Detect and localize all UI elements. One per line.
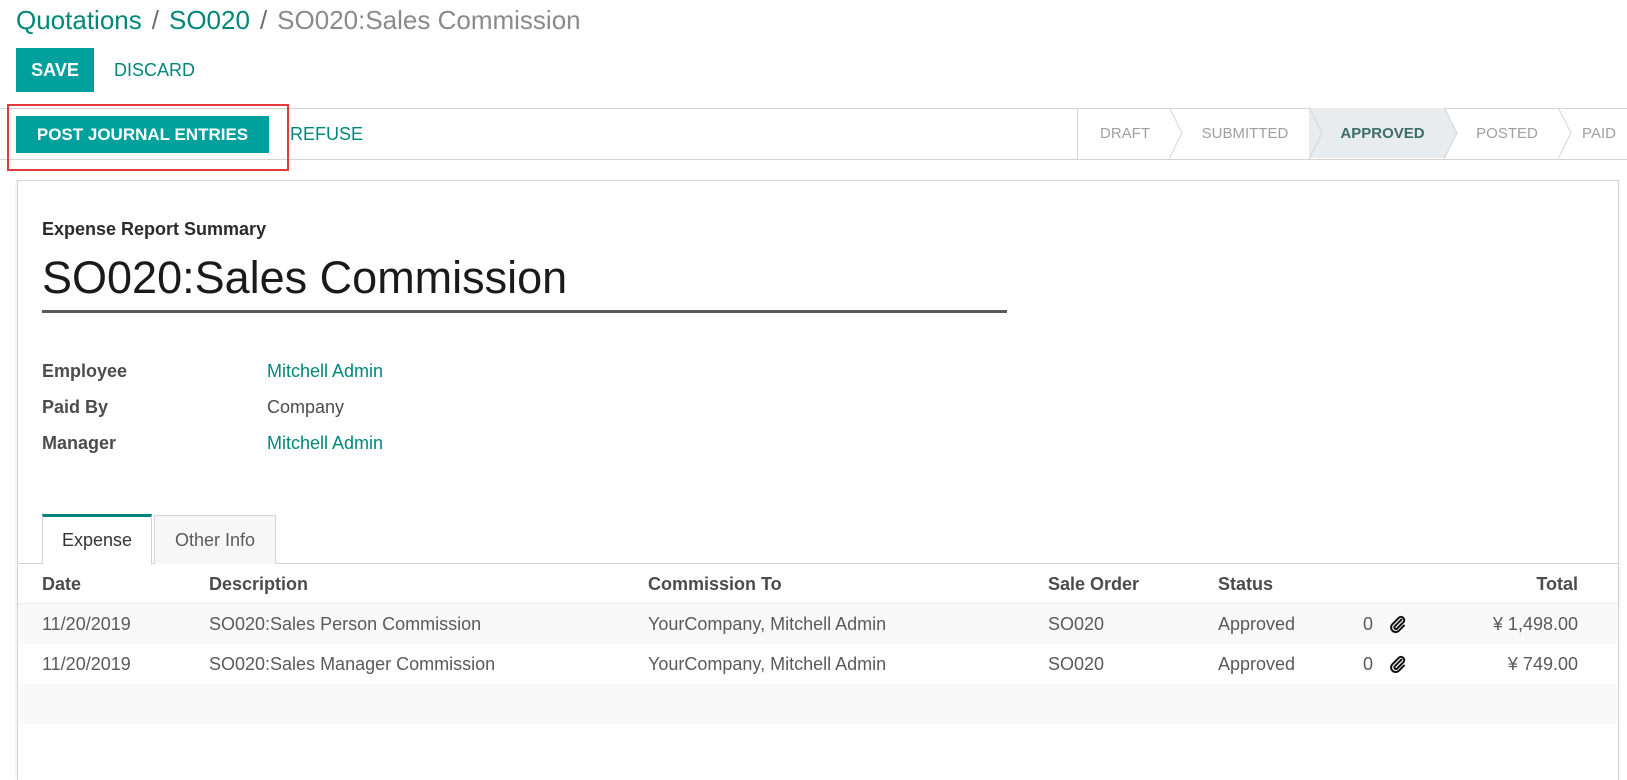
breadcrumb-separator: / <box>151 5 159 35</box>
stage-approved[interactable]: APPROVED <box>1310 107 1458 159</box>
table-row[interactable]: 11/20/2019 SO020:Sales Person Commission… <box>18 604 1618 644</box>
table-header: Date Description Commission To Sale Orde… <box>18 564 1618 604</box>
stage-submitted[interactable]: SUBMITTED <box>1170 107 1323 159</box>
stage-draft[interactable]: DRAFT <box>1078 107 1183 159</box>
cell-attachment-count: 0 <box>1363 614 1374 634</box>
manager-value[interactable]: Mitchell Admin <box>267 433 383 454</box>
chevron-separator-icon <box>1169 107 1183 159</box>
cell-description: SO020:Sales Manager Commission <box>209 654 496 674</box>
cell-description: SO020:Sales Person Commission <box>209 614 482 634</box>
cell-commission-to: YourCompany, Mitchell Admin <box>648 614 887 634</box>
summary-label: Expense Report Summary <box>42 219 267 239</box>
paid-by-value[interactable]: Company <box>267 397 344 418</box>
cell-date: 11/20/2019 <box>42 654 131 674</box>
col-description[interactable]: Description <box>209 564 308 604</box>
paperclip-icon[interactable] <box>1388 614 1408 634</box>
highlight-box <box>7 104 289 171</box>
col-date[interactable]: Date <box>42 564 81 604</box>
stage-label: SUBMITTED <box>1201 124 1289 142</box>
table-row[interactable]: 11/20/2019 SO020:Sales Manager Commissio… <box>18 644 1618 684</box>
cell-total: ¥ 1,498.00 <box>1492 614 1578 634</box>
stage-label: POSTED <box>1476 124 1538 142</box>
breadcrumb-separator: / <box>259 5 268 35</box>
stage-posted[interactable]: POSTED <box>1445 107 1572 159</box>
cell-attachment-count: 0 <box>1363 654 1374 674</box>
stage-label: PAID <box>1582 124 1616 142</box>
breadcrumb: Quotations / SO020 / SO020:Sales Commission <box>16 2 581 38</box>
cell-sale-order: SO020 <box>1048 614 1105 634</box>
breadcrumb-current: SO020:Sales Commission <box>277 5 581 35</box>
col-sale-order[interactable]: Sale Order <box>1048 564 1139 604</box>
chevron-separator-icon <box>1309 107 1323 159</box>
form-sheet: Expense Report Summary SO020:Sales Commi… <box>17 180 1619 780</box>
breadcrumb-quotations[interactable]: Quotations <box>16 5 142 35</box>
cell-sale-order: SO020 <box>1048 654 1105 674</box>
col-commission-to[interactable]: Commission To <box>648 564 782 604</box>
breadcrumb-so020[interactable]: SO020 <box>169 5 250 35</box>
cell-status: Approved <box>1218 654 1296 674</box>
chevron-separator-icon <box>1558 107 1572 159</box>
employee-value[interactable]: Mitchell Admin <box>267 361 383 382</box>
paid-by-label: Paid By <box>42 397 109 417</box>
cell-status: Approved <box>1218 614 1296 634</box>
employee-label: Employee <box>42 361 128 381</box>
cell-commission-to: YourCompany, Mitchell Admin <box>648 654 887 674</box>
save-button[interactable]: SAVE <box>16 48 94 92</box>
paperclip-icon[interactable] <box>1388 654 1408 674</box>
empty-row <box>18 684 1618 724</box>
refuse-button[interactable]: REFUSE <box>286 116 367 153</box>
discard-button[interactable]: DISCARD <box>104 48 205 92</box>
stage-label: APPROVED <box>1340 124 1425 142</box>
tab-other-info[interactable]: Other Info <box>154 515 276 564</box>
stage-pipeline: DRAFT SUBMITTED APPROVED POSTED PAID <box>1077 107 1627 160</box>
tab-bar: Expense Other Info <box>18 514 1618 565</box>
chevron-separator-icon <box>1444 107 1458 159</box>
cell-date: 11/20/2019 <box>42 614 131 634</box>
manager-label: Manager <box>42 433 117 453</box>
col-status[interactable]: Status <box>1218 564 1273 604</box>
col-total[interactable]: Total <box>1536 564 1578 604</box>
report-title-field[interactable]: SO020:Sales Commission <box>42 253 1007 313</box>
cell-total: ¥ 749.00 <box>1507 654 1578 674</box>
stage-label: DRAFT <box>1100 124 1150 142</box>
tab-expense[interactable]: Expense <box>42 514 152 565</box>
